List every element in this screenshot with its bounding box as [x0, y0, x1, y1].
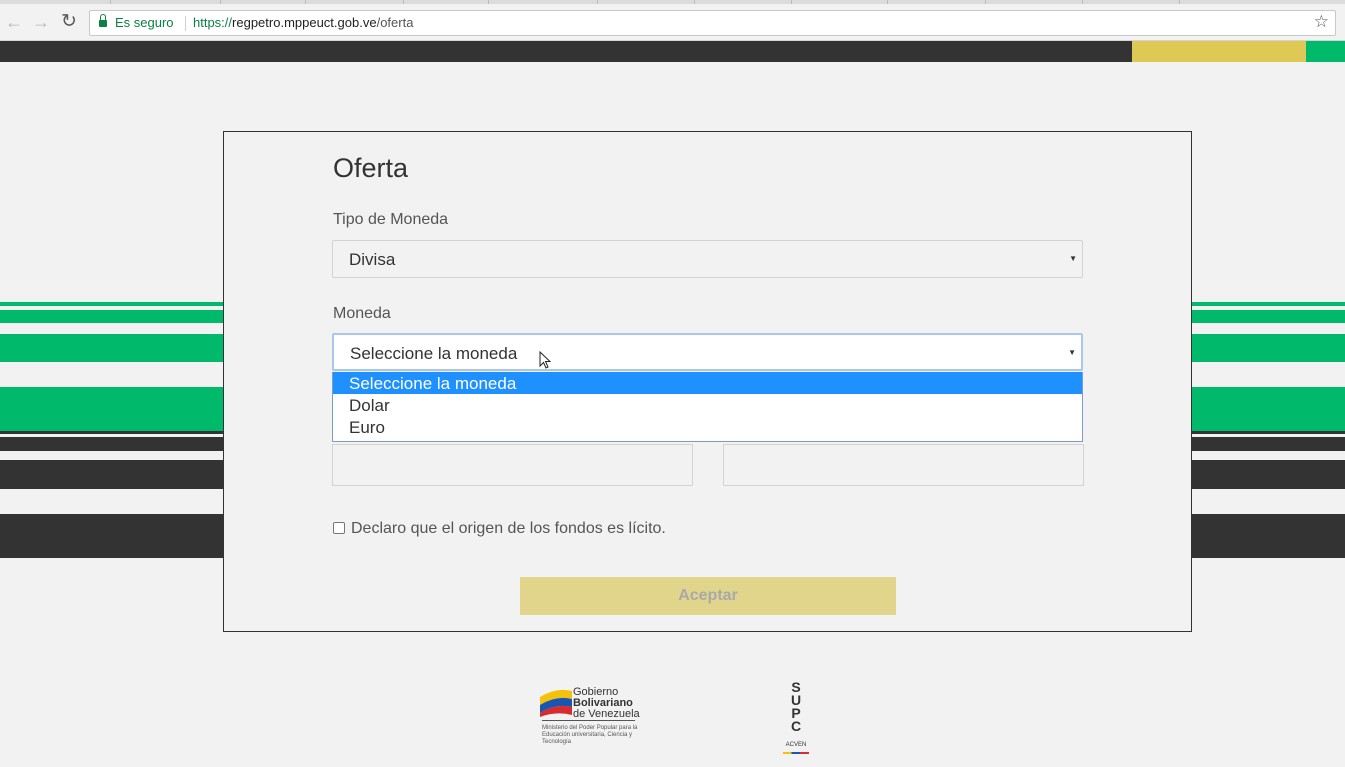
url-host: regpetro.mppeuct.gob.ve	[232, 15, 377, 30]
gobierno-bolivariano-logo: Gobierno Bolivariano de Venezuela Minist…	[540, 683, 640, 747]
gobierno-line3: de Venezuela	[573, 708, 640, 720]
omnibox-divider	[185, 16, 186, 31]
moneda-value: Seleccione la moneda	[350, 344, 518, 363]
origen-fondos-label: Declaro que el origen de los fondos es l…	[351, 520, 666, 537]
moneda-option-euro[interactable]: Euro	[333, 416, 1082, 438]
browser-toolbar: ← → ↻ Es seguro https://regpetro.mppeuct…	[0, 4, 1345, 41]
brand-bar-yellow	[1132, 41, 1306, 62]
url-text: https://regpetro.mppeuct.gob.ve/oferta	[193, 15, 413, 30]
venezuela-flag-icon	[540, 689, 572, 717]
caret-down-icon: ▼	[1068, 348, 1076, 357]
lock-icon	[99, 14, 107, 27]
star-icon[interactable]: ☆	[1314, 12, 1329, 32]
aceptar-button[interactable]: Aceptar	[520, 577, 896, 615]
moneda-dropdown-list: Seleccione la moneda Dolar Euro	[332, 372, 1083, 442]
arrow-left-icon[interactable]: ←	[2, 11, 26, 35]
origen-fondos-checkbox[interactable]	[333, 522, 345, 534]
supc-letter: C	[790, 718, 802, 734]
tipo-moneda-label: Tipo de Moneda	[333, 211, 449, 228]
gobierno-text: Gobierno Bolivariano de Venezuela	[573, 687, 640, 720]
moneda-option-dolar[interactable]: Dolar	[333, 394, 1082, 416]
url-path: /oferta	[376, 15, 414, 30]
ministerio-text: Ministerio del Poder Popular para la Edu…	[542, 725, 638, 745]
page-title: Oferta	[333, 153, 409, 183]
caret-down-icon: ▼	[1069, 254, 1077, 263]
supc-flag-bar	[783, 752, 809, 754]
address-bar[interactable]: Es seguro https://regpetro.mppeuct.gob.v…	[89, 10, 1336, 36]
supc-logo: S U P C ACVEN	[783, 680, 809, 754]
arrow-right-icon[interactable]: →	[29, 11, 53, 35]
url-scheme: https://	[193, 15, 233, 30]
amount-input-right[interactable]	[723, 444, 1084, 486]
tipo-moneda-value: Divisa	[349, 250, 396, 269]
amount-input-left[interactable]	[332, 444, 693, 486]
brand-bar	[0, 41, 1345, 62]
supc-sub: ACVEN	[785, 742, 807, 748]
oferta-card: Oferta Tipo de Moneda Divisa ▼ Moneda Se…	[223, 131, 1192, 632]
brand-bar-green	[1306, 41, 1345, 62]
mouse-pointer-icon	[539, 351, 551, 369]
moneda-label: Moneda	[333, 305, 391, 322]
moneda-option-placeholder[interactable]: Seleccione la moneda	[333, 372, 1082, 394]
gobierno-rule	[542, 720, 635, 721]
tipo-moneda-select[interactable]: Divisa ▼	[332, 240, 1083, 278]
moneda-select[interactable]: Seleccione la moneda ▼	[332, 333, 1083, 371]
secure-label: Es seguro	[115, 15, 174, 30]
reload-icon[interactable]: ↻	[57, 11, 81, 35]
